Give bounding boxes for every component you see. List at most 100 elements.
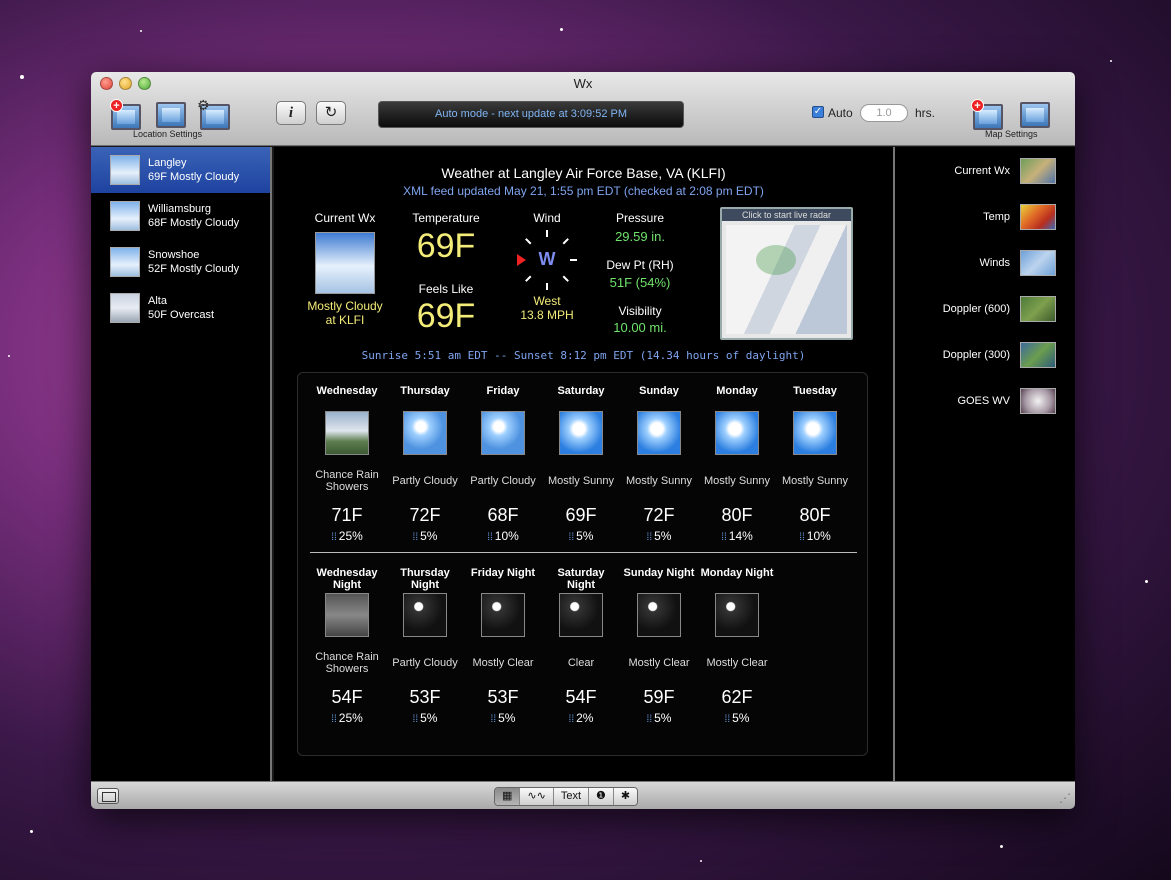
map-item-current-wx[interactable]: Current Wx — [954, 158, 1056, 184]
winds-map-icon — [1020, 250, 1056, 276]
sunrise-sunset-text: Sunrise 5:51 am EDT -- Sunset 8:12 pm ED… — [361, 349, 806, 362]
wind-text: West 13.8 MPH — [507, 294, 587, 322]
star — [1110, 60, 1112, 62]
dew-point-value: 51F (54%) — [609, 275, 671, 290]
forecast-temp: 72F — [643, 505, 675, 525]
night-clear-icon — [637, 593, 681, 637]
resize-grip-icon[interactable]: ⋰ — [1059, 791, 1071, 805]
satellite-map-icon — [1020, 388, 1056, 414]
forecast-temp: 54F — [331, 687, 363, 707]
forecast-night: Friday Night Mostly Clear 53F 5% — [464, 567, 542, 725]
forecast-desc: Partly Cloudy — [392, 475, 458, 487]
forecast-night-name: Sunday Night — [623, 567, 695, 579]
forecast-day-name: Saturday — [557, 385, 605, 397]
forecast-desc: Mostly Sunny — [781, 475, 849, 487]
sidebar-toggle-button[interactable] — [97, 788, 119, 804]
forecast-day: Thursday Partly Cloudy 72F 5% — [386, 385, 464, 543]
location-item-williamsburg[interactable]: Williamsburg 68F Mostly Cloudy — [91, 193, 270, 239]
forecast-day-name: Monday — [716, 385, 758, 397]
forecast-desc: Mostly Sunny — [703, 475, 771, 487]
wind-speed: 13.8 MPH — [520, 308, 574, 322]
forecast-desc: Chance Rain Showers — [315, 651, 379, 675]
mostly-cloudy-icon — [315, 232, 375, 294]
location-item-alta[interactable]: Alta 50F Overcast — [91, 285, 270, 331]
map-item-goes-wv[interactable]: GOES WV — [957, 388, 1056, 414]
plus-icon: + — [971, 99, 984, 112]
forecast-day: Wednesday Chance Rain Showers 71F 25% — [308, 385, 386, 543]
hours-input[interactable]: 1.0 — [860, 104, 908, 122]
graph-icon[interactable]: ∿∿ — [520, 788, 554, 805]
forecast-precip: 5% — [698, 711, 776, 725]
map-sidebar: Current Wx Temp Winds Doppler (600) Dopp… — [893, 147, 1075, 781]
map-settings-button[interactable] — [1020, 102, 1050, 128]
night-clear-icon — [559, 593, 603, 637]
forecast-desc: Mostly Sunny — [625, 475, 693, 487]
forecast-night-name: Thursday Night — [400, 567, 450, 591]
auto-checkbox[interactable]: ✓ — [812, 106, 824, 118]
wind-direction: West — [533, 294, 561, 308]
location-name: Williamsburg — [148, 203, 211, 215]
text-view-tab[interactable]: Text — [553, 788, 590, 805]
info-button[interactable]: i — [276, 101, 306, 125]
sun-icon — [637, 411, 681, 455]
alert-icon[interactable]: ❶ — [589, 788, 614, 805]
keyboard-icon[interactable]: ▦ — [495, 788, 521, 805]
hours-label: hrs. — [915, 106, 936, 120]
map-item-winds[interactable]: Winds — [979, 250, 1056, 276]
forecast-day: Saturday Mostly Sunny 69F 5% — [542, 385, 620, 543]
forecast-temp: 59F — [643, 687, 675, 707]
forecast-day: Tuesday Mostly Sunny 80F 10% — [776, 385, 854, 543]
map-item-temp[interactable]: Temp — [983, 204, 1056, 230]
forecast-precip: 5% — [386, 711, 464, 725]
forecast-night: Sunday Night Mostly Clear 59F 5% — [620, 567, 698, 725]
temp-map-icon — [1020, 204, 1056, 230]
forecast-day-name: Thursday — [400, 385, 450, 397]
map-label: Temp — [983, 211, 1010, 223]
forecast-precip: 5% — [620, 711, 698, 725]
forecast-day-name: Sunday — [639, 385, 679, 397]
feels-like-value: 69F — [416, 297, 476, 335]
sun-icon — [715, 411, 759, 455]
night-clear-icon — [715, 593, 759, 637]
location-name: Snowshoe — [148, 249, 200, 261]
map-item-doppler-600[interactable]: Doppler (600) — [943, 296, 1056, 322]
forecast-desc: Mostly Clear — [472, 657, 534, 669]
pressure-heading: Pressure — [615, 211, 665, 225]
forecast-temp: 80F — [721, 505, 753, 525]
map-item-doppler-300[interactable]: Doppler (300) — [943, 342, 1056, 368]
bottom-bar: ▦ ∿∿ Text ❶ ✱ ⋰ — [91, 781, 1075, 809]
map-label: Winds — [979, 257, 1010, 269]
star — [140, 30, 142, 32]
refresh-button[interactable]: ↻ — [316, 101, 346, 125]
location-settings-label: Location Settings — [133, 129, 203, 139]
auto-label: Auto — [828, 106, 853, 120]
edit-locations-button[interactable] — [156, 102, 186, 128]
feels-like-heading: Feels Like — [418, 282, 474, 296]
map-label: Doppler (300) — [942, 349, 1010, 361]
forecast-night-name: Monday Night — [700, 567, 774, 579]
location-name: Langley — [148, 157, 187, 169]
forecast-temp: 72F — [409, 505, 441, 525]
wind-compass: W — [517, 230, 577, 290]
forecast-night: Monday Night Mostly Clear 62F 5% — [698, 567, 776, 725]
star — [8, 355, 10, 357]
night-clear-icon — [481, 593, 525, 637]
location-item-langley[interactable]: Langley 69F Mostly Cloudy — [91, 147, 270, 193]
gear-icon[interactable]: ✱ — [613, 788, 638, 805]
radar-thumbnail[interactable]: Click to start live radar — [720, 207, 853, 340]
forecast-precip: 5% — [464, 711, 542, 725]
rain-icon — [325, 411, 369, 455]
location-item-snowshoe[interactable]: Snowshoe 52F Mostly Cloudy — [91, 239, 270, 285]
overcast-icon — [110, 293, 140, 323]
location-summary: 69F Mostly Cloudy — [148, 171, 240, 183]
partly-cloudy-icon — [481, 411, 525, 455]
condition-line1: Mostly Cloudy — [307, 299, 383, 313]
current-condition: Mostly Cloudy at KLFI — [295, 299, 395, 327]
current-wx-heading: Current Wx — [314, 211, 376, 225]
location-summary: 68F Mostly Cloudy — [148, 217, 240, 229]
forecast-desc: Clear — [567, 657, 595, 669]
forecast-desc: Mostly Clear — [706, 657, 768, 669]
forecast-temp: 53F — [409, 687, 441, 707]
doppler-map-icon — [1020, 342, 1056, 368]
pressure-value: 29.59 in. — [615, 229, 665, 244]
